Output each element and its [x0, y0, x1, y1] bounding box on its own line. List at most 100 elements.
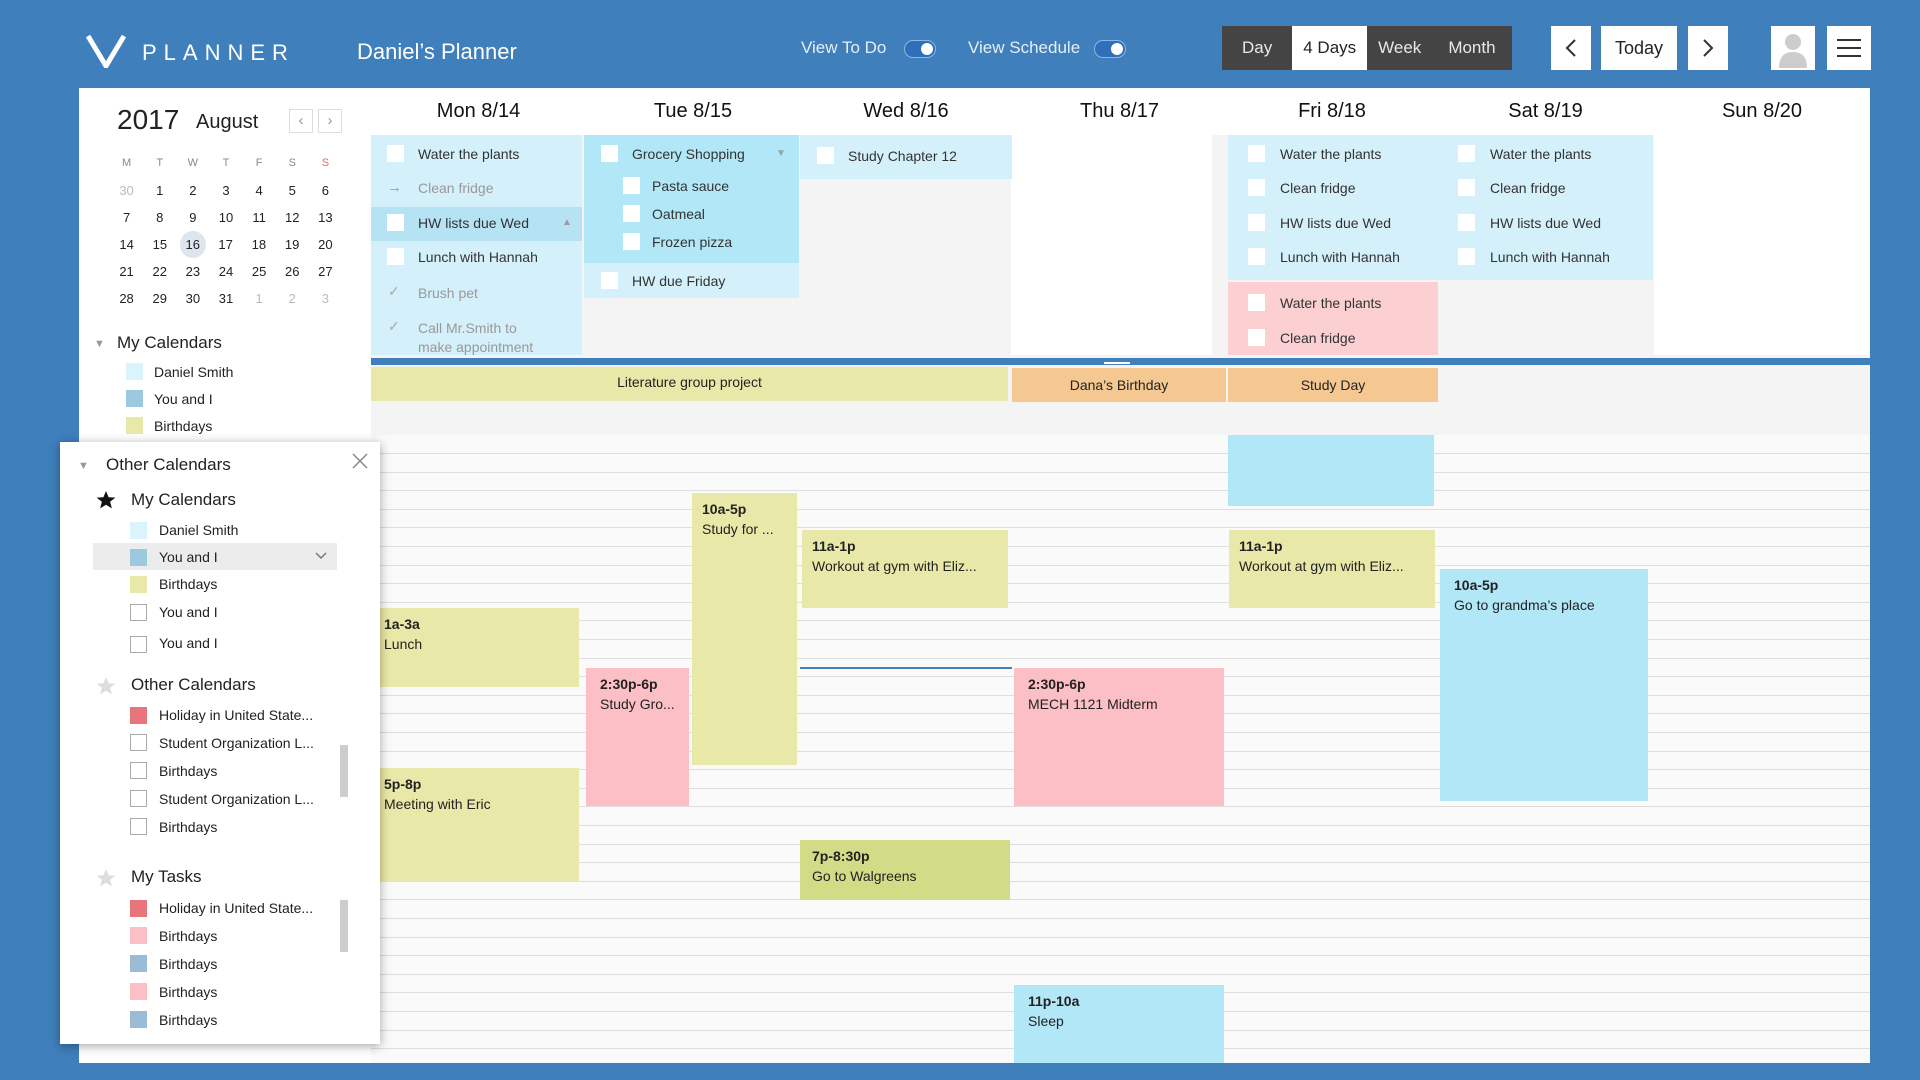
calendar-item-label[interactable]: Birthdays: [159, 984, 217, 1000]
task-label[interactable]: Call Mr.Smith to: [418, 320, 517, 336]
calendar-color-swatch[interactable]: [126, 417, 143, 434]
task-label[interactable]: Lunch with Hannah: [418, 249, 538, 265]
view-month-button[interactable]: Month: [1432, 26, 1511, 70]
menu-button[interactable]: [1827, 26, 1871, 70]
calendar-item-label[interactable]: Birthdays: [159, 956, 217, 972]
task-checkbox[interactable]: [601, 272, 618, 289]
toggle-schedule-switch[interactable]: [1094, 40, 1126, 58]
mini-day[interactable]: 6: [309, 177, 342, 204]
task-checkbox[interactable]: [1458, 145, 1475, 162]
task-checkbox[interactable]: [1248, 145, 1265, 162]
calendar-item-label[interactable]: Holiday in United State...: [159, 900, 313, 916]
mini-day[interactable]: 11: [243, 204, 276, 231]
task-label[interactable]: Brush pet: [418, 285, 478, 301]
task-checkbox[interactable]: [1248, 248, 1265, 265]
scrollbar-thumb[interactable]: [340, 745, 348, 797]
mini-day[interactable]: 30: [110, 177, 143, 204]
collapse-up-icon[interactable]: ▲: [562, 217, 572, 228]
view-day-button[interactable]: Day: [1222, 26, 1292, 70]
mini-day[interactable]: 15: [143, 231, 176, 258]
mini-day[interactable]: 20: [309, 231, 342, 258]
allday-event[interactable]: Dana’s Birthday: [1012, 368, 1226, 402]
task-checkbox[interactable]: [1458, 179, 1475, 196]
mini-day[interactable]: 19: [275, 231, 308, 258]
mini-prev-month-button[interactable]: ‹: [289, 109, 313, 133]
calendar-checkbox[interactable]: [130, 734, 147, 751]
task-label[interactable]: Clean fridge: [418, 180, 494, 196]
calendar-item-label[interactable]: You and I: [154, 391, 213, 407]
star-filled-icon[interactable]: [96, 490, 116, 510]
calendar-checkbox[interactable]: [130, 790, 147, 807]
mini-day[interactable]: 5: [276, 177, 309, 204]
mini-day[interactable]: 18: [242, 231, 275, 258]
task-checkbox[interactable]: [387, 248, 404, 265]
subtask-checkbox[interactable]: [623, 177, 640, 194]
mini-day[interactable]: 13: [309, 204, 342, 231]
view-4days-button[interactable]: 4 Days: [1292, 26, 1368, 70]
task-label[interactable]: Study Chapter 12: [848, 148, 957, 164]
mini-day[interactable]: 3: [209, 177, 242, 204]
allday-event[interactable]: Literature group project: [371, 367, 1008, 401]
calendar-checkbox[interactable]: [130, 818, 147, 835]
collapse-triangle-icon[interactable]: ▼: [94, 338, 105, 350]
mini-day[interactable]: 7: [110, 204, 143, 231]
task-label[interactable]: Water the plants: [1280, 295, 1381, 311]
mini-day-selected[interactable]: 16: [179, 231, 206, 258]
calendar-item-label[interactable]: Student Organization L...: [159, 791, 314, 807]
calendar-color-swatch[interactable]: [130, 1011, 147, 1028]
task-checkbox[interactable]: [601, 145, 618, 162]
allday-event[interactable]: Study Day: [1228, 368, 1438, 402]
task-checkbox[interactable]: [387, 145, 404, 162]
task-checkbox[interactable]: [387, 214, 404, 231]
calendar-item-label[interactable]: Birthdays: [159, 1012, 217, 1028]
mini-day[interactable]: 27: [309, 258, 342, 285]
mini-day[interactable]: 26: [276, 258, 309, 285]
day-header[interactable]: Tue 8/15: [586, 88, 800, 135]
view-week-button[interactable]: Week: [1367, 26, 1432, 70]
task-checkbox[interactable]: [1248, 294, 1265, 311]
task-label[interactable]: Clean fridge: [1490, 180, 1566, 196]
day-header[interactable]: Sat 8/19: [1437, 88, 1654, 135]
calendar-item-label[interactable]: Daniel Smith: [159, 522, 238, 538]
task-checkbox[interactable]: [1248, 214, 1265, 231]
calendar-checkbox[interactable]: [130, 762, 147, 779]
event-block[interactable]: 10a-5p Go to grandma’s place: [1440, 569, 1648, 801]
today-button[interactable]: Today: [1601, 26, 1677, 70]
calendar-item-label[interactable]: Holiday in United State...: [159, 707, 313, 723]
day-header[interactable]: Mon 8/14: [371, 88, 586, 135]
mini-day[interactable]: 30: [176, 285, 209, 312]
day-header[interactable]: Fri 8/18: [1227, 88, 1437, 135]
mini-day[interactable]: 24: [209, 258, 242, 285]
task-label[interactable]: make appointment: [418, 339, 533, 355]
mini-day[interactable]: 31: [209, 285, 242, 312]
task-checkbox[interactable]: [817, 147, 834, 164]
day-header[interactable]: Wed 8/16: [800, 88, 1012, 135]
mini-day[interactable]: 1: [143, 177, 176, 204]
subtask-label[interactable]: Pasta sauce: [652, 178, 729, 194]
subtask-checkbox[interactable]: [623, 205, 640, 222]
star-outline-icon[interactable]: [96, 868, 116, 888]
mini-next-month-button[interactable]: ›: [318, 109, 342, 133]
mini-day[interactable]: 12: [276, 204, 309, 231]
task-checkbox[interactable]: [1248, 329, 1265, 346]
mini-day[interactable]: 14: [110, 231, 143, 258]
subtask-label[interactable]: Frozen pizza: [652, 234, 732, 250]
calendar-color-swatch[interactable]: [130, 955, 147, 972]
mini-day[interactable]: 21: [110, 258, 143, 285]
scrollbar-thumb[interactable]: [340, 900, 348, 952]
subtask-label[interactable]: Oatmeal: [652, 206, 705, 222]
calendar-color-swatch[interactable]: [130, 549, 147, 566]
next-button[interactable]: [1688, 26, 1728, 70]
checkmark-icon[interactable]: ✓: [388, 318, 400, 335]
task-label[interactable]: Clean fridge: [1280, 180, 1356, 196]
task-label[interactable]: Grocery Shopping: [632, 146, 745, 162]
calendar-item-label[interactable]: Daniel Smith: [154, 364, 233, 380]
task-label[interactable]: Water the plants: [418, 146, 519, 162]
mini-day[interactable]: 2: [276, 285, 309, 312]
mini-day[interactable]: 2: [176, 177, 209, 204]
chevron-down-icon[interactable]: [314, 551, 328, 561]
star-outline-icon[interactable]: [96, 676, 116, 696]
task-label[interactable]: HW due Friday: [632, 273, 725, 289]
calendar-item-label[interactable]: You and I: [159, 635, 218, 651]
mini-day[interactable]: 29: [143, 285, 176, 312]
